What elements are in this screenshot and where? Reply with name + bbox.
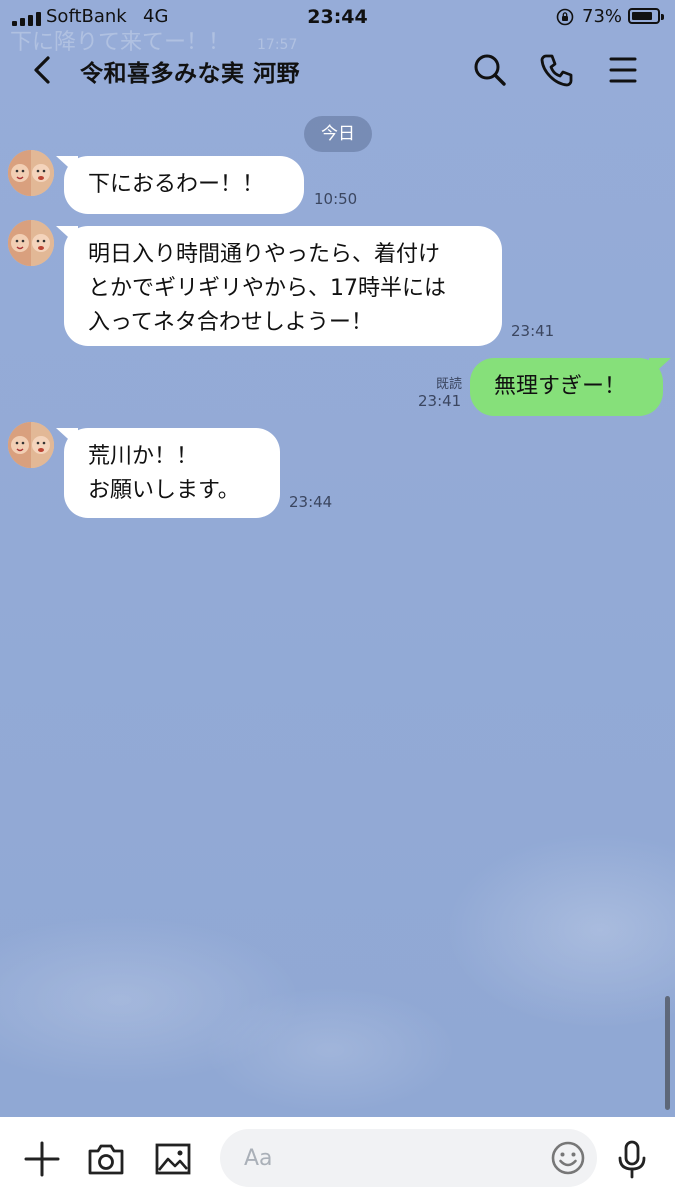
message-time: 10:50 — [314, 190, 358, 208]
input-bar — [0, 1117, 675, 1200]
scrollbar[interactable] — [665, 996, 670, 1110]
smile-icon[interactable] — [548, 1138, 588, 1178]
message-bubble-outgoing[interactable]: 無理すぎー！ — [470, 358, 663, 416]
message-time: 23:41 — [418, 392, 462, 410]
message-time: 23:44 — [289, 493, 333, 511]
avatar[interactable] — [8, 220, 54, 266]
chat-title: 令和喜多みな実 河野 — [80, 61, 301, 87]
battery-icon — [628, 8, 664, 24]
chat-header: 下に降りて来てー！！ 17:57 令和喜多みな実 河野 — [0, 30, 675, 102]
chevron-left-icon[interactable] — [26, 50, 62, 90]
message-time: 23:41 — [511, 322, 555, 340]
message-bubble[interactable]: 荒川か！！ お願いします。 — [64, 428, 280, 518]
avatar[interactable] — [8, 150, 54, 196]
avatar[interactable] — [8, 422, 54, 468]
camera-icon[interactable] — [84, 1137, 128, 1181]
phone-icon[interactable] — [537, 50, 577, 90]
date-separator: 今日 — [304, 116, 372, 152]
message-bubble[interactable]: 明日入り時間通りやったら、着付け とかでギリギリやから、17時半には 入ってネタ… — [64, 226, 502, 346]
menu-icon[interactable] — [603, 50, 643, 90]
plus-icon[interactable] — [20, 1137, 64, 1181]
message-bubble[interactable]: 下におるわー！！ — [64, 156, 304, 214]
rotation-lock-icon — [556, 8, 574, 26]
microphone-icon[interactable] — [610, 1137, 654, 1181]
message-input[interactable] — [220, 1129, 597, 1187]
read-receipt: 既読 — [435, 377, 462, 392]
search-icon[interactable] — [470, 50, 510, 90]
image-icon[interactable] — [151, 1137, 195, 1181]
battery-percent: 73% — [582, 6, 623, 27]
